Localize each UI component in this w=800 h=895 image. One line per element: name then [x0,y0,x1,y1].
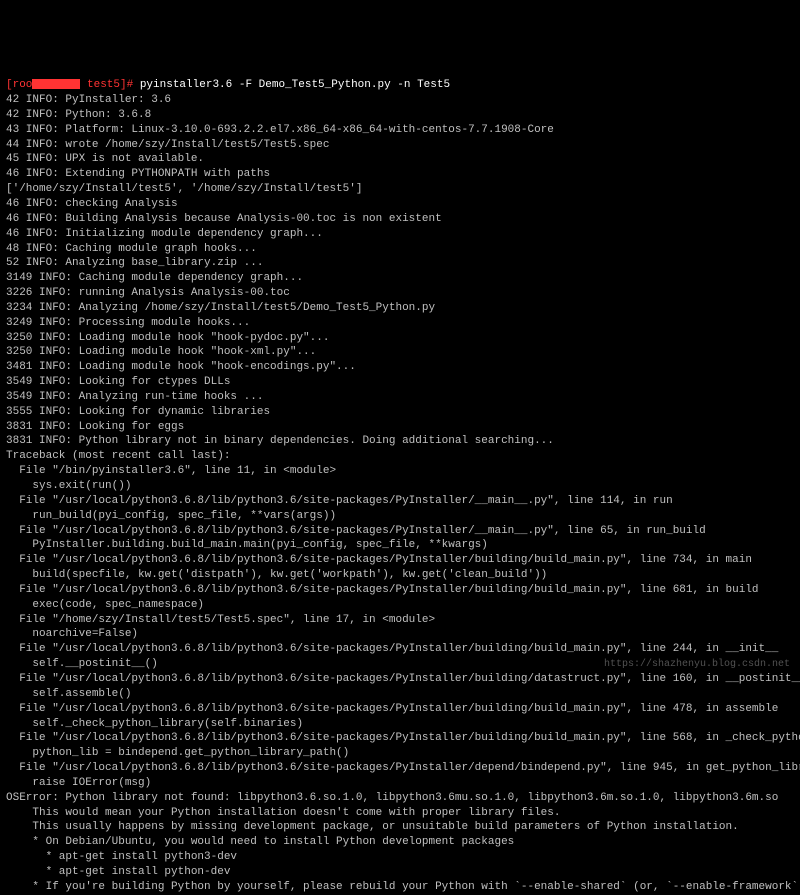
output-line: File "/usr/local/python3.6.8/lib/python3… [6,524,794,539]
output-line: File "/usr/local/python3.6.8/lib/python3… [6,702,794,717]
output-line: 3234 INFO: Analyzing /home/szy/Install/t… [6,301,794,316]
output-line: File "/usr/local/python3.6.8/lib/python3… [6,761,794,776]
output-line: python_lib = bindepend.get_python_librar… [6,746,794,761]
output-line: File "/usr/local/python3.6.8/lib/python3… [6,553,794,568]
output-line: 3226 INFO: running Analysis Analysis-00.… [6,286,794,301]
output-line: 3549 INFO: Analyzing run-time hooks ... [6,390,794,405]
output-line: * apt-get install python-dev [6,865,794,880]
output-line: 3250 INFO: Loading module hook "hook-pyd… [6,331,794,346]
output-line: build(specfile, kw.get('distpath'), kw.g… [6,568,794,583]
output-line: run_build(pyi_config, spec_file, **vars(… [6,509,794,524]
output-line: 3249 INFO: Processing module hooks... [6,316,794,331]
output-line: 3149 INFO: Caching module dependency gra… [6,271,794,286]
output-line: 42 INFO: Python: 3.6.8 [6,108,794,123]
output-line: sys.exit(run()) [6,479,794,494]
output-line: exec(code, spec_namespace) [6,598,794,613]
watermark-text: https://shazhenyu.blog.csdn.net [604,658,790,672]
output-line: 46 INFO: checking Analysis [6,197,794,212]
output-line: File "/usr/local/python3.6.8/lib/python3… [6,642,794,657]
output-line: File "/bin/pyinstaller3.6", line 11, in … [6,464,794,479]
output-line: PyInstaller.building.build_main.main(pyi… [6,538,794,553]
prompt-redacted [32,79,80,89]
output-line: 3549 INFO: Looking for ctypes DLLs [6,375,794,390]
output-line: File "/usr/local/python3.6.8/lib/python3… [6,583,794,598]
output-line: This usually happens by missing developm… [6,820,794,835]
prompt-user-suffix: test5]# [80,79,133,91]
output-line: 46 INFO: Extending PYTHONPATH with paths [6,167,794,182]
output-line: 3831 INFO: Python library not in binary … [6,434,794,449]
output-line: File "/home/szy/Install/test5/Test5.spec… [6,613,794,628]
output-line: File "/usr/local/python3.6.8/lib/python3… [6,494,794,509]
terminal-output: [roo test5]# pyinstaller3.6 -F Demo_Test… [6,63,794,732]
output-line: This would mean your Python installation… [6,806,794,821]
output-line: * On Debian/Ubuntu, you would need to in… [6,835,794,850]
output-line: 3555 INFO: Looking for dynamic libraries [6,405,794,420]
output-line: OSError: Python library not found: libpy… [6,791,794,806]
output-line: * apt-get install python3-dev [6,850,794,865]
output-line: * If you're building Python by yourself,… [6,880,794,895]
output-line: Traceback (most recent call last): [6,449,794,464]
output-line: 3481 INFO: Loading module hook "hook-enc… [6,360,794,375]
output-line: self._check_python_library(self.binaries… [6,717,794,732]
output-lines: 42 INFO: PyInstaller: 3.642 INFO: Python… [6,93,794,895]
output-line: 3831 INFO: Looking for eggs [6,420,794,435]
output-line: File "/usr/local/python3.6.8/lib/python3… [6,731,794,746]
output-line: 44 INFO: wrote /home/szy/Install/test5/T… [6,138,794,153]
output-line: 42 INFO: PyInstaller: 3.6 [6,93,794,108]
command-text: pyinstaller3.6 -F Demo_Test5_Python.py -… [140,79,450,91]
output-line: noarchive=False) [6,627,794,642]
output-line: ['/home/szy/Install/test5', '/home/szy/I… [6,182,794,197]
output-line: 46 INFO: Initializing module dependency … [6,227,794,242]
output-line: File "/usr/local/python3.6.8/lib/python3… [6,672,794,687]
output-line: 52 INFO: Analyzing base_library.zip ... [6,256,794,271]
output-line: 43 INFO: Platform: Linux-3.10.0-693.2.2.… [6,123,794,138]
output-line: self.assemble() [6,687,794,702]
output-line: raise IOError(msg) [6,776,794,791]
output-line: 46 INFO: Building Analysis because Analy… [6,212,794,227]
prompt-line: [roo test5]# pyinstaller3.6 -F Demo_Test… [6,78,794,93]
prompt-user-prefix: [roo [6,79,32,91]
output-line: 48 INFO: Caching module graph hooks... [6,242,794,257]
output-line: 45 INFO: UPX is not available. [6,152,794,167]
output-line: 3250 INFO: Loading module hook "hook-xml… [6,345,794,360]
